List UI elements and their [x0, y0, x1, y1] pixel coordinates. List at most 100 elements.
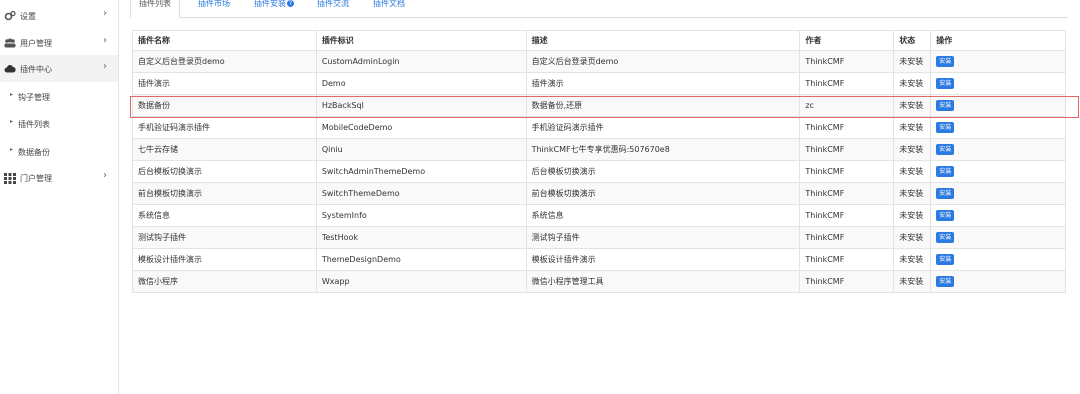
tab-label: 插件文档: [373, 0, 405, 8]
table-row: 手机验证码演示插件 MobileCodeDemo 手机验证码演示插件 ThinkCMF…: [132, 116, 1066, 139]
tab-plugin-market[interactable]: 插件市场: [198, 0, 230, 17]
cell-description: 测试钩子插件: [525, 226, 801, 249]
cell-plugin-id: TestHook: [315, 226, 527, 249]
install-button[interactable]: 安装: [936, 78, 955, 89]
cell-description: 自定义后台登录页demo: [525, 50, 801, 73]
help-icon[interactable]: ?: [287, 0, 294, 7]
install-button[interactable]: 安装: [936, 232, 955, 243]
tab-label: 插件市场: [198, 0, 230, 8]
cloud-icon: [4, 63, 16, 75]
install-button[interactable]: 安装: [936, 122, 955, 133]
table-row: 插件演示 Demo 插件演示 ThinkCMF 未安装 安装: [132, 72, 1066, 95]
tab-plugin-install[interactable]: 插件安装?: [254, 0, 294, 17]
sidebar-item-label: 插件列表: [18, 120, 50, 129]
header-status: 状态: [893, 30, 932, 51]
cell-plugin-name: 插件演示: [132, 72, 317, 95]
cell-plugin-name: 模板设计插件演示: [132, 248, 317, 271]
cell-plugin-name: 前台模板切换演示: [132, 182, 317, 205]
cell-plugin-name: 系统信息: [132, 204, 317, 227]
cell-action: 安装: [930, 94, 1066, 117]
cell-author: ThinkCMF: [799, 270, 895, 293]
table-row: 前台模板切换演示 SwitchThemeDemo 前台模板切换演示 ThinkCMF 未…: [132, 182, 1066, 205]
install-button[interactable]: 安装: [936, 188, 955, 199]
sidebar-item-label: 用户管理: [20, 39, 52, 48]
chevron-right-icon: ›: [103, 8, 107, 19]
users-icon: [4, 37, 16, 49]
sidebar-item-label: 数据备份: [18, 148, 50, 157]
cell-action: 安装: [930, 182, 1066, 205]
sidebar-item-settings[interactable]: 设置 ›: [0, 2, 118, 29]
sidebar-item-portal[interactable]: 门户管理 ›: [0, 164, 118, 191]
table-header-row: 插件名称 插件标识 描述 作者 状态 操作: [132, 30, 1066, 51]
cell-plugin-name: 微信小程序: [132, 270, 317, 293]
cell-action: 安装: [930, 248, 1066, 271]
cell-author: ThinkCMF: [799, 138, 895, 161]
install-button[interactable]: 安装: [936, 276, 955, 287]
install-button[interactable]: 安装: [936, 56, 955, 67]
table-row: 微信小程序 Wxapp 微信小程序管理工具 ThinkCMF 未安装 安装: [132, 270, 1066, 293]
sidebar-item-label: 门户管理: [20, 174, 52, 183]
cell-plugin-name: 测试钩子插件: [132, 226, 317, 249]
tab-plugin-forum[interactable]: 插件交流: [317, 0, 349, 17]
cell-description: 前台模板切换演示: [525, 182, 801, 205]
cell-plugin-name: 数据备份: [132, 94, 317, 117]
cell-author: ThinkCMF: [799, 160, 895, 183]
cell-plugin-name: 后台模板切换演示: [132, 160, 317, 183]
cell-author: ThinkCMF: [799, 226, 895, 249]
sidebar-item-plugin-list[interactable]: ▸ 插件列表: [0, 110, 118, 137]
cell-description: 模板设计插件演示: [525, 248, 801, 271]
cell-plugin-name: 自定义后台登录页demo: [132, 50, 317, 73]
chevron-right-icon: ›: [103, 170, 107, 181]
bullet-icon: ▸: [10, 118, 14, 125]
cell-description: 微信小程序管理工具: [525, 270, 801, 293]
cell-plugin-name: 七牛云存储: [132, 138, 317, 161]
cell-plugin-id: SwitchAdminThemeDemo: [315, 160, 527, 183]
cell-status: 未安装: [893, 226, 932, 249]
tab-plugin-list[interactable]: 插件列表: [130, 0, 180, 18]
sidebar-item-label: 插件中心: [20, 65, 52, 74]
header-plugin-name: 插件名称: [132, 30, 317, 51]
cell-description: 插件演示: [525, 72, 801, 95]
cell-plugin-id: SystemInfo: [315, 204, 527, 227]
bullet-icon: ▸: [10, 91, 14, 98]
sidebar-item-users[interactable]: 用户管理 ›: [0, 29, 118, 56]
cell-description: 手机验证码演示插件: [525, 116, 801, 139]
install-button[interactable]: 安装: [936, 144, 955, 155]
cell-plugin-id: SwitchThemeDemo: [315, 182, 527, 205]
cell-plugin-id: Qiniu: [315, 138, 527, 161]
cell-status: 未安装: [893, 248, 932, 271]
cell-plugin-id: Wxapp: [315, 270, 527, 293]
cell-author: ThinkCMF: [799, 116, 895, 139]
install-button[interactable]: 安装: [936, 100, 955, 111]
header-description: 描述: [525, 30, 801, 51]
cell-status: 未安装: [893, 182, 932, 205]
cell-action: 安装: [930, 204, 1066, 227]
cell-description: 数据备份,还原: [525, 94, 801, 117]
tab-bar: 插件列表 插件市场 插件安装? 插件交流 插件文档: [130, 0, 1068, 18]
cell-description: 系统信息: [525, 204, 801, 227]
tab-plugin-docs[interactable]: 插件文档: [373, 0, 405, 17]
cell-author: ThinkCMF: [799, 72, 895, 95]
sidebar-item-plugin-center[interactable]: 插件中心 ›: [0, 55, 118, 82]
install-button[interactable]: 安装: [936, 254, 955, 265]
sidebar-item-label: 钩子管理: [18, 93, 50, 102]
plugin-table: 插件名称 插件标识 描述 作者 状态 操作 自定义后台登录页demo Custom…: [132, 30, 1066, 293]
cell-status: 未安装: [893, 72, 932, 95]
sidebar-item-hook-manage[interactable]: ▸ 钩子管理: [0, 83, 118, 110]
cell-author: ThinkCMF: [799, 50, 895, 73]
cell-plugin-id: MobileCodeDemo: [315, 116, 527, 139]
header-author: 作者: [799, 30, 895, 51]
install-button[interactable]: 安装: [936, 166, 955, 177]
install-button[interactable]: 安装: [936, 210, 955, 221]
cell-plugin-id: Demo: [315, 72, 527, 95]
table-row: 后台模板切换演示 SwitchAdminThemeDemo 后台模板切换演示 Thin…: [132, 160, 1066, 183]
cell-plugin-id: ThemeDesignDemo: [315, 248, 527, 271]
cell-author: ThinkCMF: [799, 204, 895, 227]
bullet-icon: ▸: [10, 146, 14, 153]
chevron-right-icon: ›: [103, 35, 107, 46]
cell-status: 未安装: [893, 138, 932, 161]
cell-author: ThinkCMF: [799, 182, 895, 205]
chevron-right-icon: ›: [103, 61, 107, 72]
sidebar-item-data-backup[interactable]: ▸ 数据备份: [0, 138, 118, 165]
cell-plugin-id: HzBackSql: [315, 94, 527, 117]
